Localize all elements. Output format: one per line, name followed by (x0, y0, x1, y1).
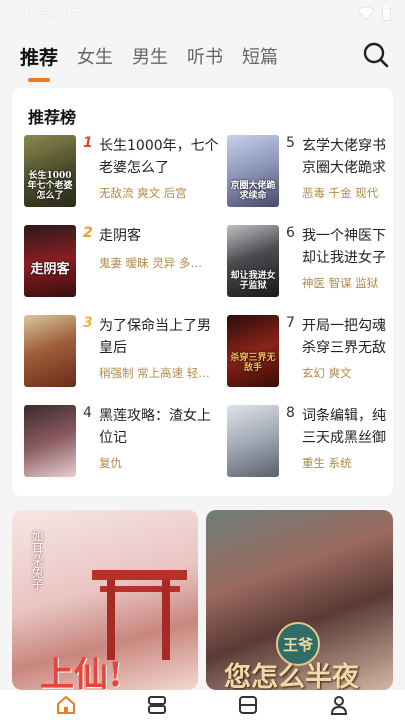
book-cover (227, 405, 279, 477)
nav-home[interactable] (48, 692, 84, 718)
book-title-line2: 杀穿三界无敌 (302, 340, 386, 356)
book-title: 我一个神医下 (302, 228, 386, 244)
ranking-item-7[interactable]: 杀穿三界无敌手 7 开局一把勾魂 杀穿三界无敌 玄幻 爽文 (227, 315, 405, 393)
ranking-item-1[interactable]: 长生1000年七个老婆怎么了 1 长生1000年，七个老婆怎么了 无敌流 爽文 … (24, 135, 224, 213)
tab-female[interactable]: 女生 (77, 43, 113, 69)
tab-audiobook[interactable]: 听书 (187, 43, 223, 69)
book-cover: 京圈大佬跪求续命 (227, 135, 279, 207)
nav-bookshelf[interactable] (139, 692, 175, 718)
rank-number: 2 (83, 225, 93, 241)
tab-recommend[interactable]: 推荐 (20, 43, 58, 82)
cover-title: 却让我进女子监狱 (230, 271, 276, 291)
wifi-icon (358, 6, 374, 20)
rank-number: 1 (83, 135, 93, 151)
book-tags: 重生 系统 (302, 456, 352, 470)
nav-category[interactable] (230, 692, 266, 718)
book-cover (24, 315, 76, 387)
book-title: 为了保命当上了男皇后 (99, 318, 211, 356)
book-cover (24, 405, 76, 477)
rank-number: 6 (286, 225, 295, 241)
torii-gate-illustration (92, 570, 187, 660)
book-tags: 复仇 (99, 456, 122, 470)
cover-title: 杀穿三界无敌手 (230, 353, 276, 373)
book-cover: 走阴客 (24, 225, 76, 297)
book-tags: 无敌流 爽文 后宫 (99, 186, 187, 200)
rank-number: 3 (83, 315, 93, 331)
home-icon (56, 696, 75, 714)
rank-number: 5 (286, 135, 295, 151)
book-title-line2: 三天成黑丝御 (302, 430, 386, 446)
banner-left-title: 上仙! (40, 655, 123, 690)
tab-male[interactable]: 男生 (132, 43, 168, 69)
ranking-title: 推荐榜 (28, 108, 77, 127)
top-tab-bar: 推荐 女生 男生 听书 短篇 (0, 30, 405, 82)
book-title: 长生1000年，七个老婆怎么了 (99, 138, 219, 176)
book-tags: 稍强制 常上高速 轻… (99, 366, 210, 380)
cover-title: 京圈大佬跪求续命 (230, 181, 276, 201)
banner-right[interactable]: 王爷 您怎么半夜 (206, 510, 393, 690)
book-tags: 鬼妻 暧昧 灵异 多… (99, 256, 202, 270)
rank-number: 7 (286, 315, 295, 331)
ranking-item-3[interactable]: 3 为了保命当上了男皇后 稍强制 常上高速 轻… (24, 315, 224, 393)
cover-title: 长生1000年七个老婆怎么了 (27, 171, 73, 201)
book-title: 玄学大佬穿书 (302, 138, 386, 154)
status-bar: 10:59 (0, 0, 405, 30)
profile-icon (331, 696, 348, 715)
ranking-item-8[interactable]: 8 词条编辑，纯 三天成黑丝御 重生 系统 (227, 405, 405, 483)
bottom-nav (0, 690, 405, 720)
ranking-item-2[interactable]: 走阴客 2 走阴客 鬼妻 暧昧 灵异 多… (24, 225, 224, 303)
ranking-card: 推荐榜 长生1000年七个老婆怎么了 1 长生1000年，七个老婆怎么了 无敌流… (12, 88, 393, 496)
rank-number: 8 (286, 405, 295, 421)
ranking-item-6[interactable]: 却让我进女子监狱 6 我一个神医下 却让我进女子 神医 智谋 监狱 (227, 225, 405, 303)
book-cover: 却让我进女子监狱 (227, 225, 279, 297)
book-title: 词条编辑，纯 (302, 408, 386, 424)
book-tags: 恶毒 千金 现代 (302, 186, 379, 200)
book-title-line2: 京圈大佬跪求 (302, 160, 386, 176)
tab-short[interactable]: 短篇 (242, 43, 278, 69)
bookshelf-icon (147, 696, 166, 714)
notification-icon (67, 8, 79, 22)
banner-right-title: 您怎么半夜 (224, 662, 359, 690)
banner-left-side-text: 如耳朵兔子 (30, 530, 44, 590)
nav-profile[interactable] (321, 692, 357, 718)
book-title: 开局一把勾魂 (302, 318, 386, 334)
battery-icon (382, 6, 391, 21)
book-cover: 杀穿三界无敌手 (227, 315, 279, 387)
book-tags: 神医 智谋 监狱 (302, 276, 379, 290)
ranking-item-4[interactable]: 4 黑莲攻略：渣女上位记 复仇 (24, 405, 224, 483)
book-title: 黑莲攻略：渣女上位记 (99, 408, 211, 446)
category-icon (239, 696, 258, 714)
book-cover: 长生1000年七个老婆怎么了 (24, 135, 76, 207)
search-icon[interactable] (361, 40, 391, 70)
book-tags: 玄幻 爽文 (302, 366, 352, 380)
book-title: 走阴客 (99, 228, 141, 244)
status-time: 10:59 (14, 6, 60, 24)
cover-title: 走阴客 (30, 262, 70, 277)
rank-number: 4 (83, 405, 92, 421)
banner-left[interactable]: 如耳朵兔子 上仙! (12, 510, 198, 690)
ranking-item-5[interactable]: 京圈大佬跪求续命 5 玄学大佬穿书 京圈大佬跪求 恶毒 千金 现代 (227, 135, 405, 213)
book-title-line2: 却让我进女子 (302, 250, 386, 266)
